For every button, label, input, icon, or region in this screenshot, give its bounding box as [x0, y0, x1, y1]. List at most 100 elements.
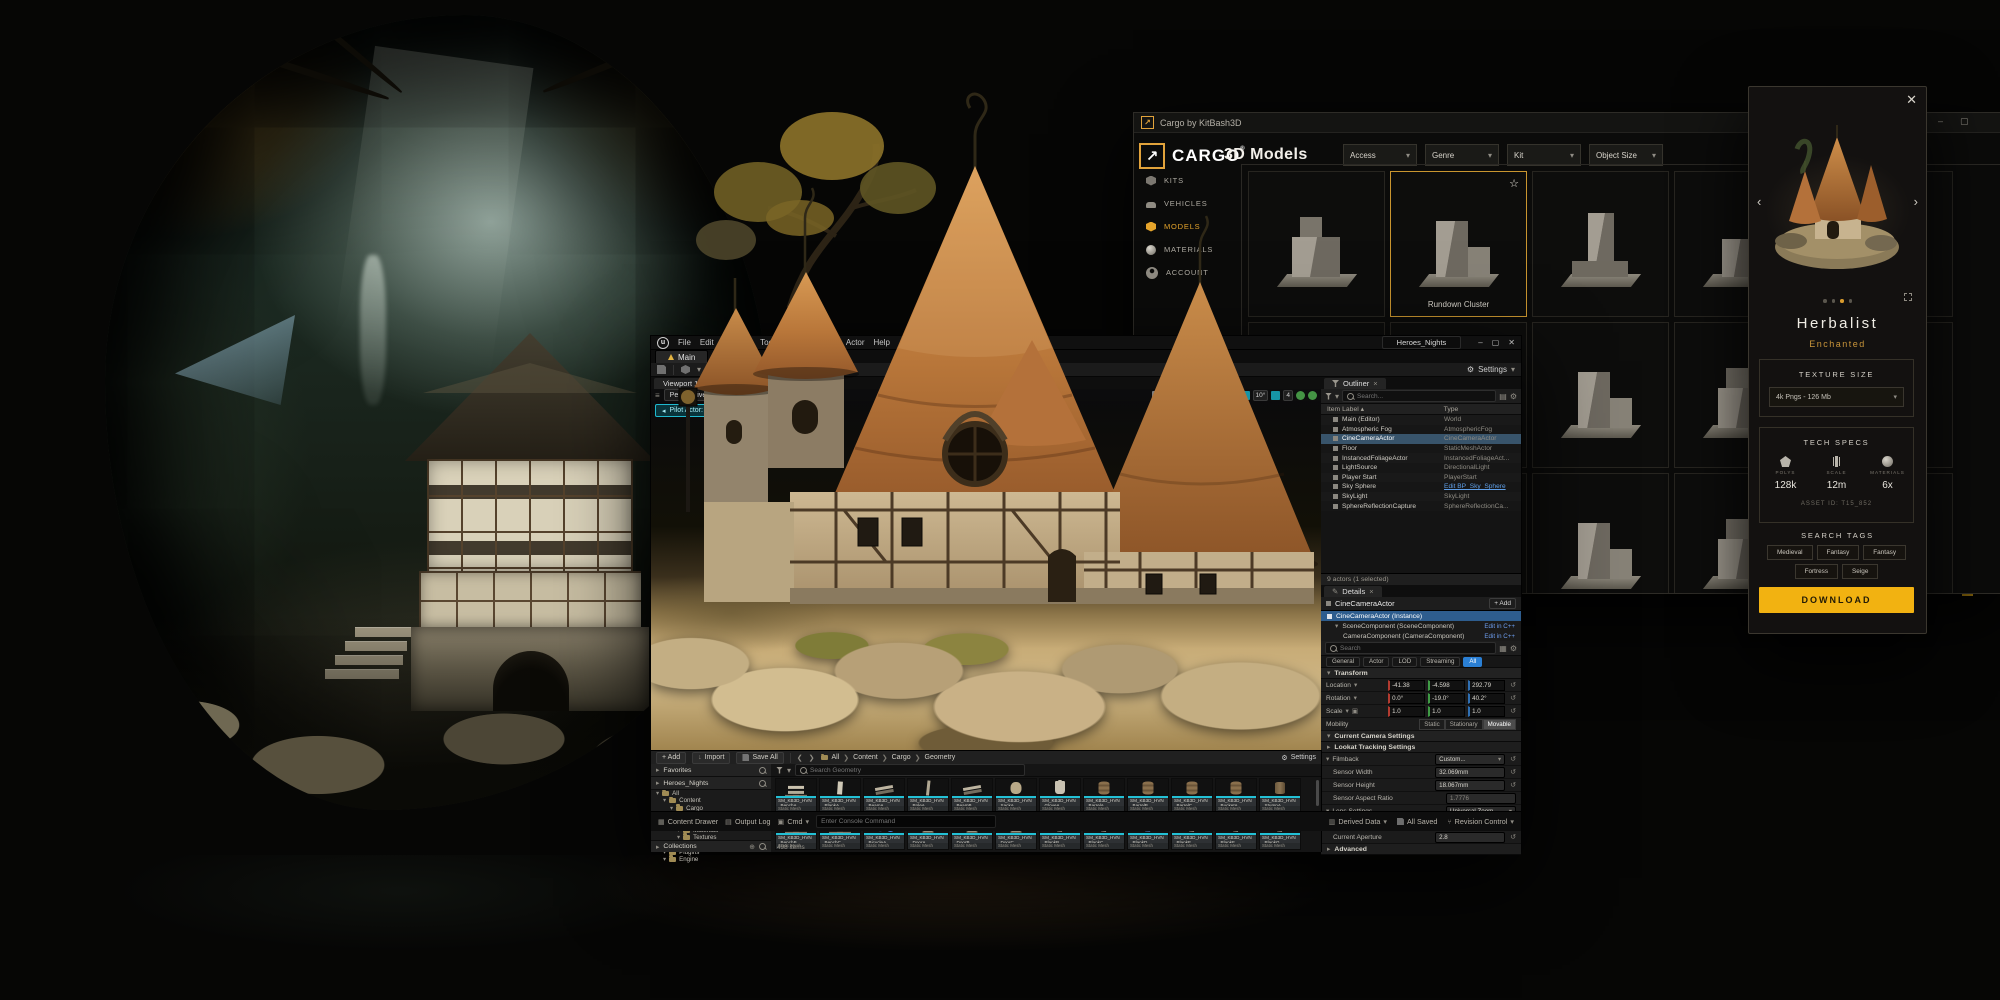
search-icon[interactable]	[759, 843, 766, 850]
location-x-field[interactable]: -41.38	[1388, 680, 1425, 691]
chevron-down-icon[interactable]: ▾	[697, 365, 701, 374]
filter-dropdown-0[interactable]: Access ▾	[1343, 144, 1417, 166]
menu-item-2[interactable]: Window	[723, 338, 751, 347]
menu-item-5[interactable]: Select	[815, 338, 837, 347]
project-name-tab[interactable]: Heroes_Nights	[1382, 336, 1462, 349]
section-advanced[interactable]: ▸Advanced	[1321, 844, 1521, 855]
tree-folder-9[interactable]: ▾ Engine	[651, 856, 771, 863]
outliner-row-0[interactable]: Main (Editor) World	[1321, 415, 1521, 425]
lock-icon[interactable]: ▣	[1352, 707, 1358, 715]
landscape-tool-icon[interactable]	[716, 365, 725, 374]
chevron-down-icon[interactable]: ▾	[1354, 681, 1357, 689]
reset-icon[interactable]: ↺	[1510, 681, 1516, 689]
asset-tile-3[interactable]: SM_KB3D_HVN_PoleA Static Mesh	[907, 778, 949, 813]
download-button[interactable]: DOWNLOAD	[1759, 587, 1914, 613]
outliner-search-input[interactable]	[1357, 393, 1491, 400]
close-icon[interactable]: ×	[703, 379, 707, 388]
chip-0[interactable]: General	[1326, 657, 1360, 668]
chip-3[interactable]: Streaming	[1420, 657, 1460, 668]
menu-item-0[interactable]: File	[678, 338, 691, 347]
aperture-field[interactable]: 2.8	[1435, 832, 1505, 843]
component-row-camera[interactable]: CameraComponent (CameraComponent) Edit i…	[1321, 631, 1521, 641]
menu-item-1[interactable]: Edit	[700, 338, 714, 347]
minimize-button[interactable]: –	[1938, 117, 1943, 126]
expand-icon[interactable]: ▾	[663, 856, 666, 863]
grid-snap-value[interactable]: 10	[1224, 390, 1237, 401]
outliner-row-8[interactable]: SkyLight SkyLight	[1321, 492, 1521, 502]
add-collection-icon[interactable]: ⊕	[749, 843, 755, 851]
all-saved-status[interactable]: All Saved	[1397, 817, 1437, 826]
asset-tile-4[interactable]: SM_KB3D_HVN_BeamB Static Mesh	[951, 778, 993, 813]
realtime-icon[interactable]	[1308, 391, 1317, 400]
close-icon[interactable]: ×	[1369, 587, 1373, 596]
outliner-row-5[interactable]: LightSource DirectionalLight	[1321, 463, 1521, 473]
asset-search-box[interactable]	[795, 764, 1025, 776]
favorite-star-icon[interactable]: ☆	[1509, 177, 1519, 190]
revision-control-button[interactable]: ⑂Revision Control▾	[1447, 817, 1514, 826]
outliner-row-1[interactable]: Atmospheric Fog AtmosphericFog	[1321, 425, 1521, 435]
reset-icon[interactable]: ↺	[1510, 833, 1516, 841]
save-all-button[interactable]: Save All	[736, 752, 783, 764]
outliner-search-box[interactable]	[1342, 390, 1496, 402]
column-item-label[interactable]: Item Label ▴	[1327, 405, 1444, 413]
tab-viewport-1[interactable]: Viewport 1 ×	[654, 378, 717, 389]
console-command-box[interactable]	[816, 815, 996, 828]
reset-icon[interactable]: ↺	[1510, 755, 1516, 763]
chip-2[interactable]: LOD	[1392, 657, 1417, 668]
asset-tile-5[interactable]: SM_KB3D_HVN_SackA Static Mesh	[995, 778, 1037, 813]
model-tile-7[interactable]: ☆	[1532, 322, 1669, 468]
model-tile-1[interactable]: ☆ Rundown Cluster	[1390, 171, 1527, 317]
chevron-down-icon[interactable]: ▾	[1346, 707, 1349, 715]
gallery-dot-0[interactable]	[1823, 299, 1827, 303]
filmback-dropdown[interactable]: Custom...▾	[1435, 754, 1505, 765]
filter-dropdown-1[interactable]: Genre ▾	[1425, 144, 1499, 166]
breadcrumb-cargo[interactable]: Cargo	[892, 754, 911, 761]
mobility-option-2[interactable]: Movable	[1483, 719, 1516, 730]
outliner-row-3[interactable]: Floor StaticMeshActor	[1321, 444, 1521, 454]
viewport-options-icon[interactable]: ≡	[655, 391, 660, 400]
tag-1[interactable]: Fantasy	[1817, 545, 1860, 560]
grid-view-icon[interactable]: ▦	[1499, 644, 1507, 653]
add-component-button[interactable]: + Add	[1489, 598, 1516, 609]
filter-funnel-icon[interactable]	[776, 767, 783, 774]
asset-tile-10[interactable]: SM_KB3D_HVN_BucketA Static Mesh	[1215, 778, 1257, 813]
section-transform[interactable]: ▾Transform	[1321, 668, 1521, 679]
reset-icon[interactable]: ↺	[1510, 781, 1516, 789]
gallery-dot-2[interactable]	[1840, 299, 1844, 303]
move-tool-icon[interactable]	[1164, 391, 1173, 400]
component-row-scene[interactable]: ▾ SceneComponent (SceneComponent) Edit i…	[1321, 621, 1521, 631]
tag-0[interactable]: Medieval	[1767, 545, 1813, 560]
minimize-button[interactable]: –	[1478, 338, 1482, 347]
breadcrumb-content[interactable]: Content	[853, 754, 878, 761]
sidebar-item-3[interactable]: MATERIALS	[1146, 238, 1238, 261]
scale-tool-icon[interactable]	[1188, 391, 1197, 400]
filter-funnel-icon[interactable]	[1325, 393, 1332, 400]
close-button[interactable]: ✕	[1508, 338, 1515, 347]
tag-3[interactable]: Fortress	[1795, 564, 1838, 579]
asset-tile-1[interactable]: SM_KB3D_HVN_PlankA Static Mesh	[819, 778, 861, 813]
rotation-z-field[interactable]: 40.2°	[1468, 693, 1505, 704]
expand-icon[interactable]: ▾	[656, 790, 659, 797]
mobility-option-1[interactable]: Stationary	[1445, 719, 1483, 730]
screen-percentage-icon[interactable]	[1296, 391, 1305, 400]
outliner-row-7[interactable]: Sky Sphere Edit BP_Sky_Sphere	[1321, 482, 1521, 492]
ue-titlebar[interactable]: u FileEditWindowToolsBuildSelectActorHel…	[651, 336, 1521, 350]
cmd-dropdown[interactable]: ▣Cmd▾	[778, 817, 810, 826]
asset-search-input[interactable]	[810, 767, 1020, 774]
chip-4[interactable]: All	[1463, 657, 1482, 668]
tab-main-level[interactable]: Main	[655, 350, 708, 363]
filter-dropdown-3[interactable]: Object Size ▾	[1589, 144, 1663, 166]
asset-tile-2[interactable]: SM_KB3D_HVN_BeamA Static Mesh	[863, 778, 905, 813]
forward-icon[interactable]: ❯	[809, 754, 815, 762]
reset-icon[interactable]: ↺	[1510, 768, 1516, 776]
gallery-dot-3[interactable]	[1849, 299, 1853, 303]
tab-outliner[interactable]: Outliner ×	[1324, 378, 1386, 389]
show-dropdown[interactable]: Show	[740, 389, 770, 401]
editor-modes-icon[interactable]	[681, 365, 690, 374]
close-icon[interactable]: ×	[1373, 379, 1377, 388]
gallery-dot-1[interactable]	[1832, 299, 1836, 303]
details-search-input[interactable]	[1340, 645, 1491, 652]
world-space-icon[interactable]	[1200, 391, 1209, 400]
section-lookat-tracking[interactable]: ▸Lookat Tracking Settings	[1321, 742, 1521, 753]
texture-size-dropdown[interactable]: 4k Pngs - 126 Mb ▾	[1769, 387, 1904, 407]
